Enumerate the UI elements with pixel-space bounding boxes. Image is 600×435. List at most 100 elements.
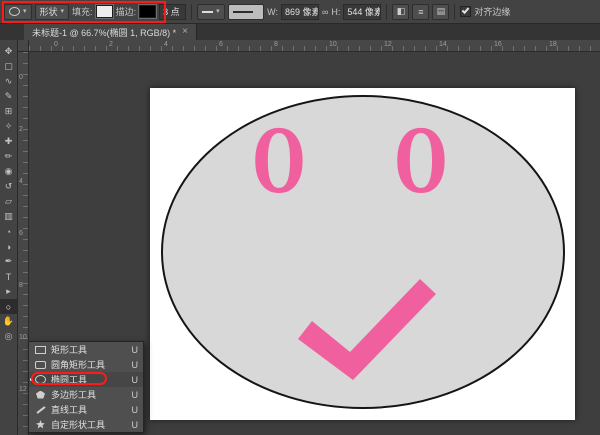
flyout-item-label: 自定形状工具 bbox=[51, 418, 127, 431]
active-tool-dot bbox=[30, 378, 33, 381]
rounded-rectangle-tool-icon bbox=[35, 361, 46, 369]
flyout-item-shortcut: U bbox=[132, 375, 139, 385]
stroke-label: 描边: bbox=[116, 5, 137, 18]
path-alignment-icon: ≡ bbox=[418, 7, 423, 17]
path-arrangement-button[interactable]: ▤ bbox=[432, 4, 449, 20]
flyout-item-custom-shape-tool[interactable]: 自定形状工具 U bbox=[29, 417, 143, 432]
document-canvas[interactable]: O O bbox=[150, 88, 575, 420]
height-label: H: bbox=[331, 7, 340, 17]
path-selection-tool[interactable]: ▸ bbox=[0, 284, 17, 299]
separator bbox=[386, 4, 387, 20]
line-style-icon bbox=[202, 11, 213, 13]
align-edges-label: 对齐边缘 bbox=[474, 5, 510, 18]
quick-selection-tool[interactable]: ✎ bbox=[0, 89, 17, 104]
ruler-number: 12 bbox=[19, 386, 27, 393]
ruler-number: 14 bbox=[439, 41, 447, 48]
chevron-down-icon: ▾ bbox=[256, 8, 260, 15]
hand-tool[interactable]: ✋ bbox=[0, 314, 17, 329]
flyout-item-label: 圆角矩形工具 bbox=[51, 358, 127, 371]
flyout-item-label: 直线工具 bbox=[51, 403, 127, 416]
history-brush-tool[interactable]: ↺ bbox=[0, 179, 17, 194]
flyout-item-polygon-tool[interactable]: 多边形工具 U bbox=[29, 387, 143, 402]
zoom-tool[interactable]: ◎ bbox=[0, 329, 17, 344]
path-operations-icon: ◧ bbox=[397, 6, 406, 17]
link-dimensions-icon[interactable]: ∞ bbox=[322, 7, 328, 17]
shape-tool[interactable]: ○ bbox=[0, 299, 17, 314]
fill-swatch[interactable] bbox=[96, 5, 113, 18]
type-tool[interactable]: T bbox=[0, 269, 17, 284]
ruler-number: 4 bbox=[164, 41, 168, 48]
line-tool-icon bbox=[35, 409, 46, 411]
options-bar: ▾ 形状 ▾ 填充: 描边: 3 点 ▾ ▾ W: 869 像素 ∞ H: 54… bbox=[0, 0, 600, 24]
lasso-tool[interactable]: ∿ bbox=[0, 74, 17, 89]
path-alignment-button[interactable]: ≡ bbox=[412, 4, 429, 20]
tool-mode-label: 形状 bbox=[40, 5, 58, 18]
brush-tool[interactable]: ✏ bbox=[0, 149, 17, 164]
width-label: W: bbox=[267, 7, 278, 17]
eraser-tool[interactable]: ▱ bbox=[0, 194, 17, 209]
ruler-top: 024681012141618 bbox=[29, 40, 600, 52]
flyout-item-label: 椭圆工具 bbox=[51, 373, 127, 386]
separator bbox=[191, 4, 192, 20]
chevron-down-icon: ▾ bbox=[23, 8, 27, 15]
ruler-number: 18 bbox=[549, 41, 557, 48]
ruler-corner bbox=[18, 40, 29, 52]
stroke-width-field[interactable]: 3 点 bbox=[159, 4, 186, 20]
document-tab[interactable]: 未标题-1 @ 66.7%(椭圆 1, RGB/8) * × bbox=[24, 24, 197, 40]
ruler-number: 2 bbox=[109, 41, 113, 48]
document-tab-bar: 未标题-1 @ 66.7%(椭圆 1, RGB/8) * × bbox=[0, 24, 600, 41]
tool-mode-select[interactable]: 形状 ▾ bbox=[35, 4, 70, 20]
ellipse-preset-icon bbox=[9, 7, 20, 16]
separator bbox=[454, 4, 455, 20]
marquee-tool[interactable]: ▢ bbox=[0, 59, 17, 74]
clone-stamp-tool[interactable]: ◉ bbox=[0, 164, 17, 179]
ruler-number: 8 bbox=[19, 282, 23, 289]
fill-label: 填充: bbox=[72, 5, 93, 18]
healing-brush-tool[interactable]: ✚ bbox=[0, 134, 17, 149]
eyedropper-tool[interactable]: ✧ bbox=[0, 119, 17, 134]
flyout-item-ellipse-tool[interactable]: 椭圆工具 U bbox=[29, 372, 143, 387]
path-operations-button[interactable]: ◧ bbox=[392, 4, 409, 20]
shape-width-field[interactable]: 869 像素 bbox=[281, 4, 319, 20]
stroke-style-preview[interactable]: ▾ bbox=[228, 4, 265, 20]
flyout-item-rectangle-tool[interactable]: 矩形工具 U bbox=[29, 342, 143, 357]
ruler-number: 6 bbox=[19, 230, 23, 237]
shape-height-field[interactable]: 544 像素 bbox=[343, 4, 381, 20]
flyout-item-shortcut: U bbox=[132, 345, 139, 355]
flyout-item-label: 多边形工具 bbox=[51, 388, 127, 401]
stroke-type-select[interactable]: ▾ bbox=[197, 4, 225, 20]
ruler-number: 8 bbox=[274, 41, 278, 48]
align-edges-checkbox[interactable] bbox=[460, 6, 471, 17]
flyout-item-rounded-rectangle-tool[interactable]: 圆角矩形工具 U bbox=[29, 357, 143, 372]
stroke-swatch[interactable] bbox=[139, 5, 156, 18]
polygon-tool-icon bbox=[35, 391, 46, 399]
ruler-number: 10 bbox=[19, 334, 27, 341]
flyout-item-shortcut: U bbox=[132, 420, 139, 430]
line-style-icon bbox=[233, 11, 253, 13]
close-icon[interactable]: × bbox=[182, 27, 188, 37]
crop-tool[interactable]: ⊞ bbox=[0, 104, 17, 119]
flyout-item-shortcut: U bbox=[132, 390, 139, 400]
pen-tool[interactable]: ✒ bbox=[0, 254, 17, 269]
ruler-number: 0 bbox=[54, 41, 58, 48]
ellipse-tool-icon bbox=[35, 375, 46, 384]
blur-tool[interactable]: ◔ bbox=[0, 224, 17, 239]
gradient-tool[interactable]: ▥ bbox=[0, 209, 17, 224]
ruler-number: 4 bbox=[19, 178, 23, 185]
photoshop-window: ▾ 形状 ▾ 填充: 描边: 3 点 ▾ ▾ W: 869 像素 ∞ H: 54… bbox=[0, 0, 600, 435]
ruler-number: 12 bbox=[384, 41, 392, 48]
ruler-number: 2 bbox=[19, 126, 23, 133]
tool-preset-picker[interactable]: ▾ bbox=[4, 4, 32, 20]
move-tool[interactable]: ✥ bbox=[0, 44, 17, 59]
ruler-number: 10 bbox=[329, 41, 337, 48]
left-eye-letter: O bbox=[253, 111, 305, 213]
custom-shape-tool-icon bbox=[35, 420, 46, 429]
rectangle-tool-icon bbox=[35, 346, 46, 354]
flyout-item-label: 矩形工具 bbox=[51, 343, 127, 356]
right-eye-letter: O bbox=[395, 111, 447, 213]
flyout-item-shortcut: U bbox=[132, 360, 139, 370]
flyout-item-line-tool[interactable]: 直线工具 U bbox=[29, 402, 143, 417]
dodge-tool[interactable]: ◑ bbox=[0, 239, 17, 254]
flyout-item-shortcut: U bbox=[132, 405, 139, 415]
ruler-number: 0 bbox=[19, 74, 23, 81]
